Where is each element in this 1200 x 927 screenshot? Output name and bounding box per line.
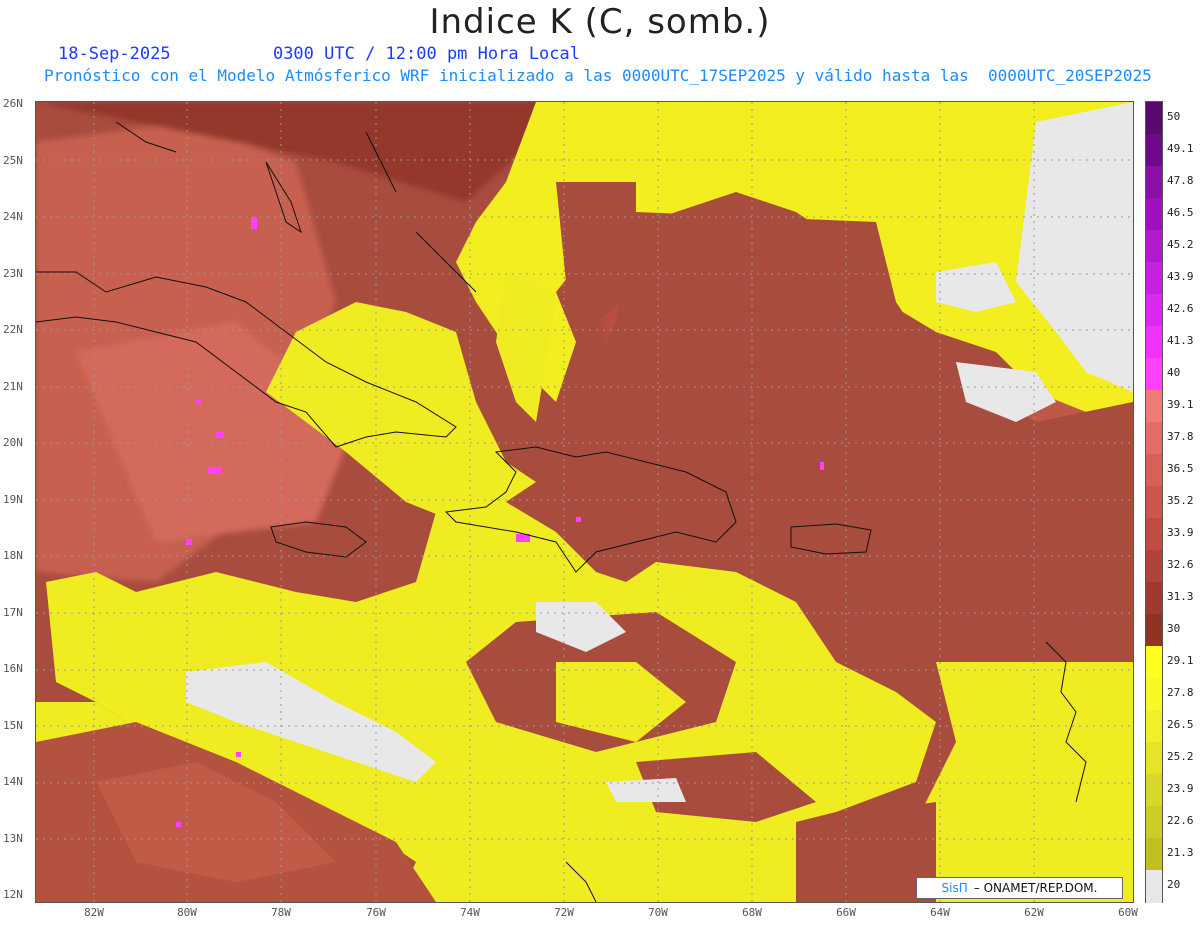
magenta-spot — [176, 822, 181, 827]
lat-label: 25N — [3, 154, 23, 167]
colorbar-label: 23.9 — [1167, 782, 1194, 795]
forecast-date-time: 18-Sep-2025 0300 UTC / 12:00 pm Hora Loc… — [58, 44, 580, 64]
lat-label: 12N — [3, 888, 23, 901]
colorbar-label: 46.5 — [1167, 206, 1194, 219]
colorbar-segment — [1146, 582, 1162, 615]
colorbar-segment — [1146, 230, 1162, 263]
colorbar-label: 50 — [1167, 110, 1181, 123]
lon-label: 80W — [177, 906, 197, 919]
lat-label: 19N — [3, 493, 23, 506]
lon-label: 82W — [84, 906, 104, 919]
model-description: Pronóstico con el Modelo Atmósferico WRF… — [44, 66, 1152, 85]
lat-label: 21N — [3, 380, 23, 393]
colorbar-label: 20 — [1167, 878, 1181, 891]
magenta-spot — [236, 752, 241, 757]
lat-label: 22N — [3, 323, 23, 336]
k-index-map[interactable] — [35, 101, 1134, 903]
map-title: Indice K (C, somb.) — [429, 2, 771, 42]
colorbar-segment — [1146, 422, 1162, 455]
colorbar-segment — [1146, 134, 1162, 167]
magenta-spot — [576, 517, 581, 522]
colorbar-segment — [1146, 870, 1162, 903]
magenta-spot — [820, 462, 824, 470]
colorbar-segment — [1146, 646, 1162, 679]
lat-label: 26N — [3, 97, 23, 110]
colorbar-segment — [1146, 710, 1162, 743]
colorbar-label: 45.2 — [1167, 238, 1194, 251]
lon-label: 76W — [366, 906, 386, 919]
colorbar-label: 35.2 — [1167, 494, 1194, 507]
colorbar-label: 33.9 — [1167, 526, 1194, 539]
colorbar-label: 27.8 — [1167, 686, 1194, 699]
colorbar-segment — [1146, 678, 1162, 711]
colorbar-segment — [1146, 390, 1162, 423]
lon-label: 62W — [1024, 906, 1044, 919]
lon-label: 60W — [1118, 906, 1138, 919]
lon-label: 74W — [460, 906, 480, 919]
colorbar-segment — [1146, 326, 1162, 359]
lat-label: 17N — [3, 606, 23, 619]
colorbar-segment — [1146, 358, 1162, 391]
colorbar-label: 21.3 — [1167, 846, 1194, 859]
colorbar-label: 41.3 — [1167, 334, 1194, 347]
colorbar-segment — [1146, 614, 1162, 647]
colorbar-label: 25.2 — [1167, 750, 1194, 763]
lat-label: 13N — [3, 832, 23, 845]
magenta-spot — [216, 432, 224, 438]
colorbar-segment — [1146, 518, 1162, 551]
map-canvas — [36, 102, 1133, 902]
colorbar-label: 40 — [1167, 366, 1181, 379]
magenta-spot — [251, 217, 257, 229]
sis-logo-text: SisΠ — [941, 881, 968, 895]
lat-label: 20N — [3, 436, 23, 449]
colorbar-segment — [1146, 294, 1162, 327]
lon-label: 72W — [554, 906, 574, 919]
lon-label: 78W — [271, 906, 291, 919]
lon-label: 68W — [742, 906, 762, 919]
lat-label: 23N — [3, 267, 23, 280]
colorbar-segment — [1146, 838, 1162, 871]
colorbar-segment — [1146, 198, 1162, 231]
colorbar-segment — [1146, 262, 1162, 295]
gray-zone-south — [606, 778, 686, 802]
credit-box: SisΠ – ONAMET/REP.DOM. — [916, 877, 1123, 899]
colorbar-segment — [1146, 486, 1162, 519]
colorbar-label: 36.5 — [1167, 462, 1194, 475]
onamet-credit: – ONAMET/REP.DOM. — [973, 881, 1098, 895]
colorbar-segment — [1146, 102, 1162, 135]
colorbar-label: 31.3 — [1167, 590, 1194, 603]
forecast-time: 0300 UTC / 12:00 pm Hora Local — [272, 44, 580, 64]
colorbar-segment — [1146, 166, 1162, 199]
lat-label: 15N — [3, 719, 23, 732]
colorbar-label: 37.8 — [1167, 430, 1194, 443]
colorbar-label: 43.9 — [1167, 270, 1194, 283]
colorbar-label: 42.6 — [1167, 302, 1194, 315]
colorbar-label: 47.8 — [1167, 174, 1194, 187]
lat-label: 18N — [3, 549, 23, 562]
colorbar-segment — [1146, 550, 1162, 583]
lon-label: 66W — [836, 906, 856, 919]
colorbar-label: 32.6 — [1167, 558, 1194, 571]
colorbar-segment — [1146, 454, 1162, 487]
colorbar-label: 22.6 — [1167, 814, 1194, 827]
colorbar-label: 29.1 — [1167, 654, 1194, 667]
colorbar-label: 49.1 — [1167, 142, 1194, 155]
lat-label: 24N — [3, 210, 23, 223]
forecast-date: 18-Sep-2025 — [58, 44, 171, 64]
colorbar-label: 39.1 — [1167, 398, 1194, 411]
lat-label: 16N — [3, 662, 23, 675]
colorbar-segment — [1146, 806, 1162, 839]
colorbar-segment — [1146, 774, 1162, 807]
lat-label: 14N — [3, 775, 23, 788]
colorbar-label: 26.5 — [1167, 718, 1194, 731]
colorbar — [1145, 101, 1163, 903]
colorbar-segment — [1146, 742, 1162, 775]
lon-label: 70W — [648, 906, 668, 919]
lon-label: 64W — [930, 906, 950, 919]
magenta-spot — [208, 467, 222, 474]
colorbar-label: 30 — [1167, 622, 1181, 635]
magenta-spot — [196, 399, 201, 404]
